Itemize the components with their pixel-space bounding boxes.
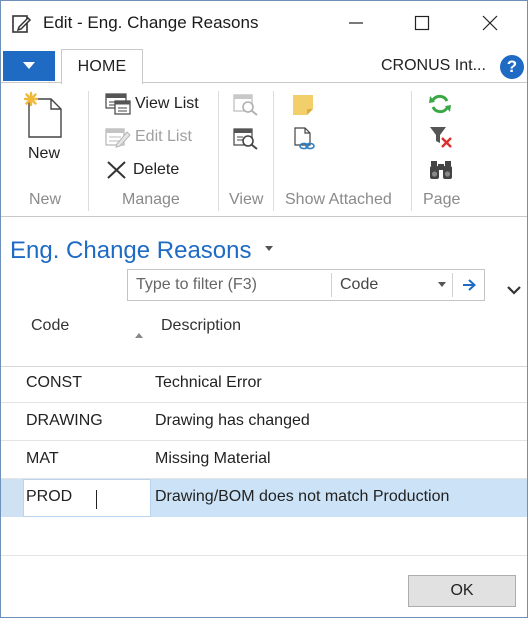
view-list-icon bbox=[105, 93, 131, 115]
application-menu-button[interactable] bbox=[3, 51, 55, 81]
dropdown-triangle-icon bbox=[23, 62, 35, 69]
maximize-button[interactable] bbox=[399, 1, 445, 45]
text-caret bbox=[96, 490, 97, 509]
view-magnifier-icon bbox=[233, 94, 258, 116]
view-list-button[interactable]: View List bbox=[105, 93, 199, 115]
group-label-manage: Manage bbox=[122, 191, 180, 208]
filter-field-value: Code bbox=[340, 276, 379, 293]
group-label-show-attached: Show Attached bbox=[285, 191, 392, 208]
tab-home[interactable]: HOME bbox=[61, 49, 143, 84]
edit-list-label: Edit List bbox=[135, 128, 192, 145]
filter-box: Code bbox=[127, 269, 485, 301]
refresh-icon bbox=[429, 94, 451, 114]
group-label-page: Page bbox=[423, 191, 461, 208]
table-row[interactable]: MAT Missing Material bbox=[1, 441, 527, 479]
column-header-description[interactable]: Description bbox=[161, 317, 241, 335]
close-button[interactable] bbox=[467, 1, 513, 45]
refresh-button[interactable] bbox=[429, 93, 451, 120]
title-dropdown-icon[interactable] bbox=[265, 246, 273, 252]
group-separator bbox=[411, 91, 412, 211]
column-header-code[interactable]: Code bbox=[31, 317, 69, 335]
link-document-icon bbox=[294, 127, 315, 150]
arrow-right-icon bbox=[463, 279, 476, 291]
delete-x-icon bbox=[107, 161, 126, 179]
minimize-icon bbox=[349, 22, 363, 24]
title-bar: Edit - Eng. Change Reasons bbox=[1, 1, 527, 45]
binoculars-icon bbox=[430, 161, 452, 179]
row-code: PROD bbox=[26, 488, 73, 505]
notes-button[interactable] bbox=[291, 93, 315, 122]
row-selection-marker bbox=[1, 479, 23, 517]
row-description: Drawing has changed bbox=[155, 412, 310, 429]
new-document-icon bbox=[23, 91, 62, 138]
find-button[interactable] bbox=[429, 160, 453, 185]
window-title: Edit - Eng. Change Reasons bbox=[43, 13, 259, 32]
delete-label: Delete bbox=[133, 161, 180, 178]
group-label-new: New bbox=[29, 191, 62, 208]
row-code: DRAWING bbox=[26, 412, 103, 429]
collapse-chevron-icon[interactable] bbox=[506, 285, 522, 295]
group-separator bbox=[273, 91, 274, 211]
row-description: Drawing/BOM does not match Production bbox=[155, 488, 450, 505]
edit-list-button[interactable]: Edit List bbox=[105, 126, 192, 148]
filter-field-select[interactable]: Code bbox=[332, 270, 452, 300]
page-title[interactable]: Eng. Change Reasons bbox=[10, 237, 252, 265]
new-button-label[interactable]: New bbox=[28, 145, 60, 163]
group-label-view: View bbox=[229, 191, 264, 208]
table-row-selected[interactable]: PROD Drawing/BOM does not match Producti… bbox=[1, 479, 527, 517]
clear-filter-button[interactable] bbox=[429, 125, 453, 154]
help-icon[interactable]: ? bbox=[500, 55, 524, 79]
edit-document-icon bbox=[12, 15, 32, 33]
apply-filter-button[interactable] bbox=[453, 270, 485, 300]
row-description: Technical Error bbox=[155, 374, 262, 391]
table-row[interactable]: DRAWING Drawing has changed bbox=[1, 403, 527, 441]
view-button[interactable] bbox=[233, 94, 259, 121]
list-bottom-border bbox=[1, 555, 527, 556]
view-details-icon bbox=[233, 128, 258, 150]
new-button[interactable] bbox=[21, 91, 65, 146]
ribbon: New New View List Edit List Delete Manag… bbox=[1, 83, 527, 217]
view-list-label: View List bbox=[135, 95, 199, 112]
table-row[interactable]: CONST Technical Error bbox=[1, 365, 527, 403]
edit-window: Edit - Eng. Change Reasons HOME CRONUS I… bbox=[0, 0, 528, 618]
minimize-button[interactable] bbox=[333, 1, 379, 45]
view-details-button[interactable] bbox=[233, 128, 259, 155]
group-separator bbox=[218, 91, 219, 211]
group-separator bbox=[88, 91, 89, 211]
sort-ascending-icon bbox=[135, 333, 143, 338]
clear-filter-icon bbox=[430, 127, 452, 148]
ribbon-tab-bar: HOME CRONUS Int... ? bbox=[1, 47, 527, 84]
sticky-note-icon bbox=[293, 95, 313, 115]
row-code: MAT bbox=[26, 450, 59, 467]
row-description: Missing Material bbox=[155, 450, 271, 467]
close-icon bbox=[482, 15, 498, 31]
edit-list-icon bbox=[105, 128, 131, 148]
links-button[interactable] bbox=[293, 127, 317, 156]
maximize-icon bbox=[414, 15, 430, 31]
delete-button[interactable]: Delete bbox=[105, 160, 179, 180]
row-code: CONST bbox=[26, 374, 82, 391]
filter-input[interactable] bbox=[128, 270, 332, 300]
ok-button[interactable]: OK bbox=[408, 575, 516, 607]
chevron-down-icon[interactable] bbox=[438, 282, 446, 288]
company-name[interactable]: CRONUS Int... bbox=[381, 57, 486, 75]
